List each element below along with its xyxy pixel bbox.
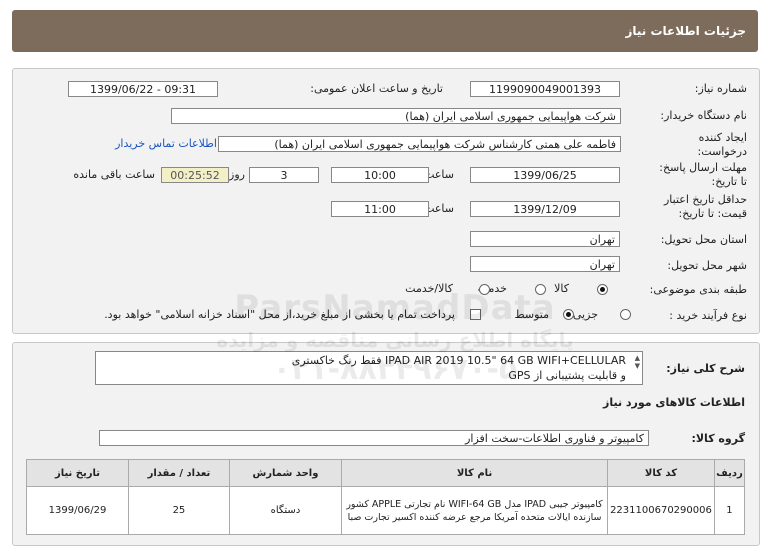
- cell-unit: دستگاه: [228, 486, 343, 535]
- province-field[interactable]: تهران: [470, 231, 620, 247]
- description-line-1: IPAD AIR 2019 10.5" 64 GB WIFI+CELLULAR …: [291, 354, 626, 367]
- goods-section-title: اطلاعات کالاهای مورد نیاز: [603, 396, 745, 409]
- creator-field[interactable]: فاطمه علی همتی کارشناس شرکت هواپیمایی جم…: [218, 136, 621, 152]
- treasury-payment-note: پرداخت تمام یا بخشی از مبلغ خرید،از محل …: [104, 308, 455, 321]
- cell-name: کامپیوتر جیبی IPAD مدل WIFI-64 GB نام تج…: [341, 486, 609, 535]
- validity-label-1: حداقل تاریخ اعتبار: [663, 193, 747, 206]
- need-number-label: شماره نیاز:: [694, 82, 747, 95]
- city-label: شهر محل تحویل:: [667, 259, 747, 272]
- remaining-label: ساعت باقی مانده: [73, 168, 155, 181]
- need-number-field[interactable]: 1199090049001393: [470, 81, 620, 97]
- cell-qty: 25: [127, 486, 230, 535]
- description-textarea[interactable]: IPAD AIR 2019 10.5" 64 GB WIFI+CELLULAR …: [95, 351, 643, 385]
- validity-date-field[interactable]: 1399/12/09: [470, 201, 620, 217]
- cell-date: 1399/06/29: [26, 486, 129, 535]
- days-field[interactable]: 3: [249, 167, 319, 183]
- page-header: جزئیات اطلاعات نیاز: [12, 10, 758, 52]
- col-code: کد کالا: [607, 459, 715, 487]
- col-unit: واحد شمارش: [228, 459, 343, 487]
- category-option-goods: کالا: [554, 282, 569, 295]
- process-option-minor: جزیی: [572, 308, 598, 321]
- col-date: تاریخ نیاز: [26, 459, 129, 487]
- col-qty: تعداد / مقدار: [127, 459, 230, 487]
- city-field[interactable]: تهران: [470, 256, 620, 272]
- announce-field[interactable]: 1399/06/22 - 09:31: [68, 81, 218, 97]
- scroll-arrows-icon[interactable]: ▲ ▼: [635, 354, 640, 370]
- process-option-medium: متوسط: [514, 308, 549, 321]
- creator-label-2: درخواست:: [697, 145, 747, 158]
- creator-label-1: ایجاد کننده: [698, 131, 747, 144]
- col-name: نام کالا: [341, 459, 609, 487]
- category-radio-service[interactable]: [535, 284, 546, 295]
- goods-group-label: گروه کالا:: [691, 432, 745, 445]
- buyer-field[interactable]: شرکت هواپیمایی جمهوری اسلامی ایران (هما): [171, 108, 621, 124]
- validity-time-field[interactable]: 11:00: [331, 201, 429, 217]
- description-line-2: و قابلیت پشتیبانی از GPS: [508, 369, 626, 382]
- deadline-date-field[interactable]: 1399/06/25: [470, 167, 620, 183]
- table-header-row: ردیف کد کالا نام کالا واحد شمارش تعداد /…: [26, 459, 746, 487]
- deadline-time-field[interactable]: 10:00: [331, 167, 429, 183]
- buyer-label: نام دستگاه خریدار:: [660, 109, 747, 122]
- need-info-panel: شماره نیاز: 1199090049001393 تاریخ و ساع…: [12, 68, 760, 334]
- table-row[interactable]: 1 2231100670290006 کامپیوتر جیبی IPAD مد…: [26, 486, 746, 535]
- description-label: شرح کلی نیاز:: [666, 362, 745, 375]
- process-radio-minor[interactable]: [620, 309, 631, 320]
- col-index: ردیف: [713, 459, 746, 487]
- treasury-payment-checkbox[interactable]: [470, 309, 481, 320]
- buyer-contact-link[interactable]: اطلاعات تماس خریدار: [115, 137, 217, 150]
- category-option-both: کالا/خدمت: [405, 282, 453, 295]
- cell-code: 2231100670290006: [607, 486, 715, 535]
- province-label: استان محل تحویل:: [660, 233, 747, 246]
- validity-label-2: قیمت: تا تاریخ:: [678, 207, 747, 220]
- process-radio-medium[interactable]: [563, 309, 574, 320]
- announce-label: تاریخ و ساعت اعلان عمومی:: [310, 82, 443, 95]
- category-radio-goods[interactable]: [597, 284, 608, 295]
- remaining-timer: 00:25:52: [161, 167, 229, 183]
- page-title: جزئیات اطلاعات نیاز: [625, 24, 746, 38]
- category-label: طبقه بندی موضوعی:: [649, 283, 747, 296]
- process-label: نوع فرآیند خرید :: [669, 309, 747, 322]
- goods-group-field[interactable]: کامپیوتر و فناوری اطلاعات-سخت افزار: [99, 430, 649, 446]
- deadline-label-2: تا تاریخ:: [711, 175, 747, 188]
- deadline-label-1: مهلت ارسال پاسخ:: [659, 161, 747, 174]
- category-radio-both[interactable]: [479, 284, 490, 295]
- goods-table: ردیف کد کالا نام کالا واحد شمارش تعداد /…: [26, 459, 746, 535]
- cell-index: 1: [713, 486, 746, 535]
